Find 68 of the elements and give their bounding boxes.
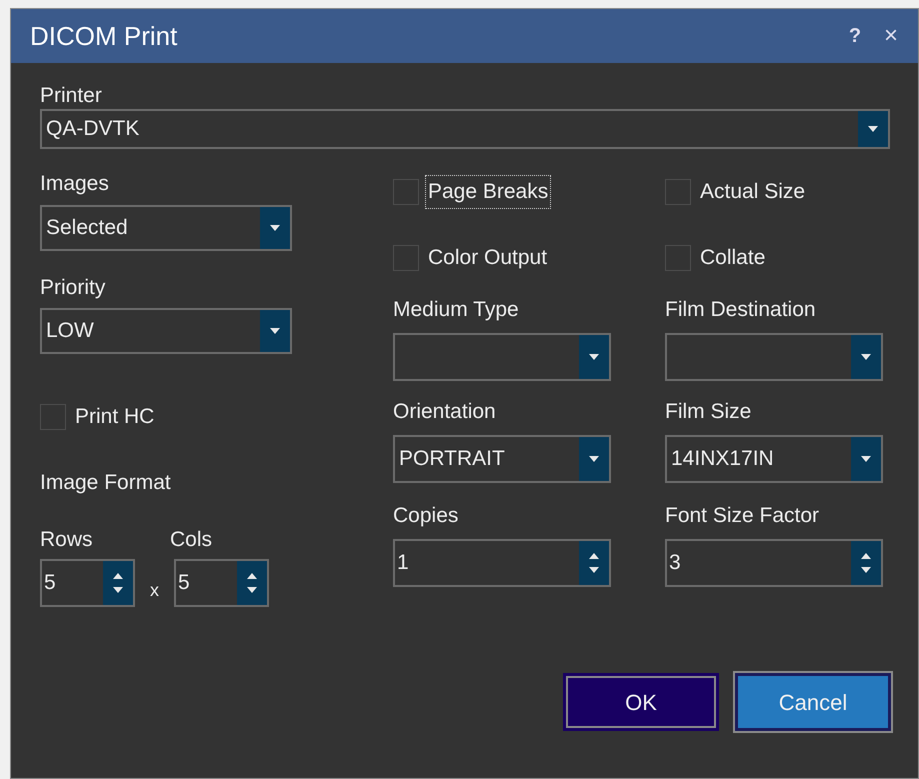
spinner-value: 5	[178, 570, 190, 596]
dropdown-arrow-button[interactable]	[579, 335, 609, 379]
dialog-button[interactable]: OK	[563, 673, 719, 731]
checkbox[interactable]	[665, 179, 691, 205]
caret-icon	[270, 225, 280, 231]
checkbox[interactable]	[40, 404, 66, 430]
field-label: Orientation	[393, 399, 497, 425]
dropdown[interactable]: Selected	[40, 205, 292, 251]
spinner-value: 3	[669, 550, 681, 576]
caret-icon	[861, 456, 871, 462]
dropdown-arrow-button[interactable]	[851, 437, 881, 481]
spinner-value: 5	[44, 570, 56, 596]
field-label: Rows	[40, 527, 94, 553]
dropdown-value: PORTRAIT	[399, 446, 505, 472]
checkbox-label: Color Output	[427, 245, 548, 272]
caret-icon	[589, 354, 599, 360]
checkbox-label: Collate	[699, 245, 766, 272]
dropdown-value: LOW	[46, 318, 94, 344]
checkbox[interactable]	[393, 179, 419, 205]
checkbox[interactable]	[665, 245, 691, 271]
caret-icon	[861, 354, 871, 360]
spinner-field[interactable]: 5	[40, 559, 135, 607]
dropdown-arrow-button[interactable]	[260, 207, 290, 249]
checkbox-label: Print HC	[74, 404, 156, 430]
field-label: Images	[40, 171, 110, 197]
dropdown-value: 14INX17IN	[671, 446, 774, 472]
field-label: Priority	[40, 275, 106, 301]
dropdown-arrow-button[interactable]	[858, 111, 888, 147]
checkbox-label: Page Breaks	[425, 175, 552, 209]
dropdown[interactable]: PORTRAIT	[393, 435, 611, 483]
caret-icon	[270, 328, 280, 334]
field-label: Printer	[40, 83, 103, 109]
field-label: Image Format	[40, 470, 172, 496]
caret-icon	[868, 126, 878, 132]
window-title: DICOM Print	[30, 20, 178, 52]
dropdown-arrow-button[interactable]	[260, 310, 290, 352]
spinner-value: 1	[397, 550, 409, 576]
down-arrow-icon[interactable]	[113, 587, 123, 593]
down-arrow-icon[interactable]	[589, 567, 599, 573]
up-arrow-icon[interactable]	[247, 573, 257, 579]
dropdown-value: Selected	[46, 215, 128, 242]
field-label: Copies	[393, 503, 460, 529]
dropdown-arrow-button[interactable]	[851, 335, 881, 379]
times-separator: x	[150, 579, 159, 602]
spinner-field[interactable]: 1	[393, 539, 611, 587]
close-button[interactable]: ×	[876, 18, 906, 54]
checkbox[interactable]	[393, 245, 419, 271]
spinner-field[interactable]: 5	[174, 559, 269, 607]
dialog-button[interactable]: Cancel	[735, 673, 891, 731]
checkbox-label: Actual Size	[699, 179, 806, 206]
help-button[interactable]: ?	[840, 21, 870, 51]
field-label: Font Size Factor	[665, 503, 820, 529]
field-label: Film Size	[665, 399, 752, 425]
dropdown-arrow-button[interactable]	[579, 437, 609, 481]
field-label: Film Destination	[665, 297, 817, 323]
up-arrow-icon[interactable]	[113, 573, 123, 579]
dropdown[interactable]: QA-DVTK	[40, 109, 890, 149]
dropdown-value: QA-DVTK	[46, 116, 140, 142]
field-label: Cols	[170, 527, 214, 553]
spinner-field[interactable]: 3	[665, 539, 883, 587]
dropdown[interactable]: LOW	[40, 308, 292, 354]
down-arrow-icon[interactable]	[861, 567, 871, 573]
up-arrow-icon[interactable]	[589, 553, 599, 559]
down-arrow-icon[interactable]	[247, 587, 257, 593]
field-label: Medium Type	[393, 297, 520, 323]
caret-icon	[589, 456, 599, 462]
up-arrow-icon[interactable]	[861, 553, 871, 559]
dropdown[interactable]: 14INX17IN	[665, 435, 883, 483]
